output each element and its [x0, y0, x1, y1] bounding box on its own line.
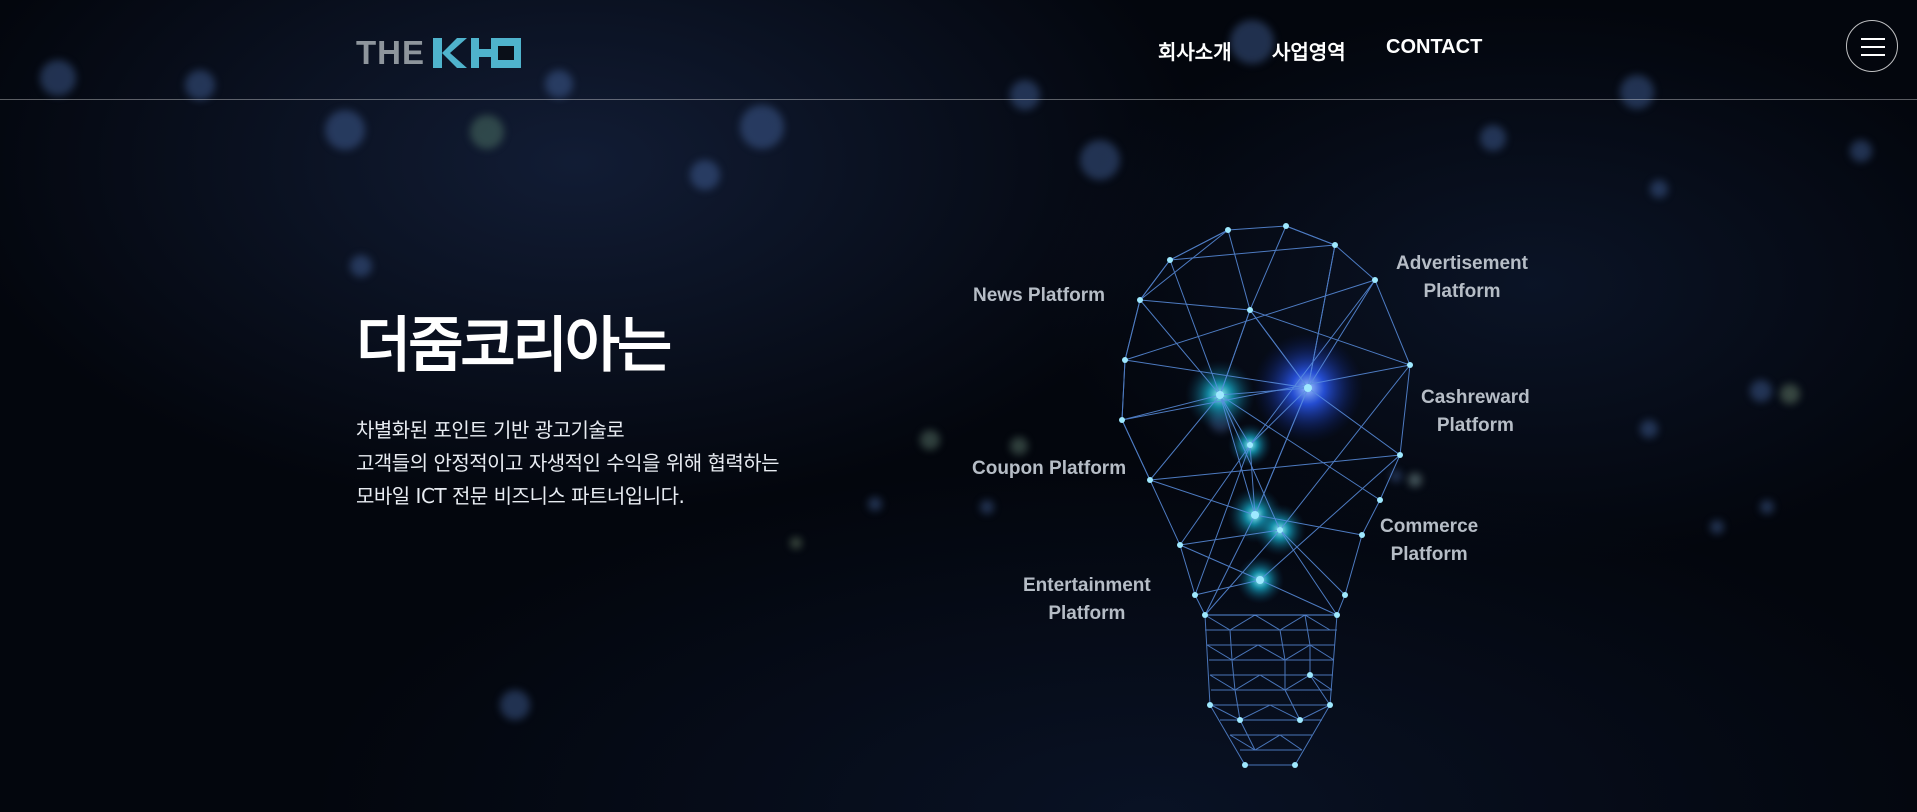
hero-title: 더줌코리아는 [356, 311, 672, 381]
logo-mark-icon [433, 38, 521, 68]
label-line: Platform [1048, 603, 1126, 624]
label-line: Platform [1436, 415, 1514, 436]
nav-item-company[interactable]: 회사소개 [1158, 36, 1248, 65]
hero-description-line: 모바일 ICT 전문 비즈니스 파트너입니다. [356, 484, 685, 508]
logo-prefix: THE [356, 34, 425, 71]
nav-item-business[interactable]: 사업영역 [1272, 36, 1362, 65]
label-entertainment-platform: Entertainment Platform [1023, 572, 1151, 628]
label-cashreward-platform: Cashreward Platform [1421, 384, 1530, 440]
label-commerce-platform: Commerce Platform [1380, 513, 1478, 569]
label-line: Entertainment [1023, 575, 1151, 596]
label-line: News Platform [973, 285, 1105, 306]
hamburger-menu-button[interactable] [1846, 20, 1898, 72]
hamburger-icon [1861, 38, 1885, 40]
label-line: Platform [1423, 281, 1501, 302]
label-coupon-platform: Coupon Platform [972, 455, 1126, 483]
site-header: THE 회사소개 사업영역 CONTACT [0, 0, 1917, 100]
hamburger-icon-line [1861, 54, 1885, 56]
hero-description-line: 차별화된 포인트 기반 광고기술로 [356, 418, 625, 442]
lightbulb-network-icon [1090, 200, 1430, 784]
nav-item-contact[interactable]: CONTACT [1386, 36, 1496, 59]
label-line: Cashreward [1421, 387, 1530, 408]
bokeh-lights [0, 0, 1917, 812]
label-advertisement-platform: Advertisement Platform [1396, 250, 1528, 306]
hero-description-line: 고객들의 안정적이고 자생적인 수익을 위해 협력하는 [356, 451, 780, 475]
label-line: Advertisement [1396, 253, 1528, 274]
hero-description: 차별화된 포인트 기반 광고기술로 고객들의 안정적이고 자생적인 수익을 위해… [356, 414, 780, 513]
label-line: Platform [1390, 544, 1468, 565]
label-line: Coupon Platform [972, 458, 1127, 479]
label-line: Commerce [1380, 516, 1479, 537]
hamburger-icon-line [1861, 46, 1885, 48]
label-news-platform: News Platform [973, 282, 1105, 310]
site-logo[interactable]: THE [356, 34, 521, 71]
